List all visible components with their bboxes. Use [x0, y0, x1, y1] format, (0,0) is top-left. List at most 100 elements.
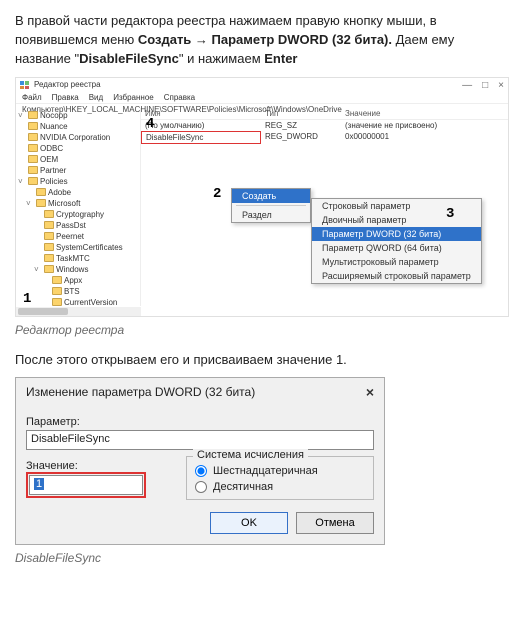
tree-item[interactable]: BTS [18, 286, 140, 297]
tree-item-label: Adobe [48, 187, 71, 198]
menu-item[interactable]: Файл [22, 93, 42, 102]
ok-button[interactable]: OK [210, 512, 288, 534]
grid-head-name[interactable]: Имя [141, 108, 261, 119]
callout-1: 1 [23, 291, 31, 307]
cell-value: (значение не присвоено) [341, 120, 508, 131]
menu-separator [236, 205, 306, 206]
tree-item-label: OEM [40, 154, 58, 165]
menu-item[interactable]: Правка [52, 93, 79, 102]
grid-head-value[interactable]: Значение [341, 108, 508, 119]
value-label: Значение: [26, 460, 176, 472]
tree-item-label: NVIDIA Corporation [40, 132, 110, 143]
tree-expand-icon[interactable]: ˅ [18, 110, 26, 121]
folder-icon [28, 111, 38, 119]
value-input-value: 1 [34, 478, 44, 490]
cancel-button[interactable]: Отмена [296, 512, 374, 534]
radix-group: Система исчисления Шестнадцатеричная Дес… [186, 456, 374, 500]
folder-icon [28, 166, 38, 174]
tree-item-label: PassDst [56, 220, 86, 231]
registry-tree[interactable]: ˅NоcоррNuanceNVIDIA CorporationODBCOEMPa… [16, 108, 141, 306]
horizontal-scrollbar[interactable] [16, 307, 141, 316]
submenu-item-dword32[interactable]: Параметр DWORD (32 бита) [312, 227, 481, 241]
value-input[interactable]: 1 [29, 475, 143, 495]
dialog-close-icon[interactable]: × [366, 384, 374, 400]
tree-expand-icon[interactable]: ˅ [18, 176, 26, 187]
menu-item[interactable]: Справка [164, 93, 195, 102]
tree-item[interactable]: PassDst [18, 220, 140, 231]
grid-head-type[interactable]: Тип [261, 108, 341, 119]
grid-row[interactable]: (По умолчанию) REG_SZ (значение не присв… [141, 120, 508, 131]
folder-icon [28, 144, 38, 152]
window-close-icon[interactable]: × [498, 80, 504, 91]
p1-text-b: Создать → Параметр DWORD (32 бита). [138, 32, 392, 47]
tree-item-label: BTS [64, 286, 80, 297]
radix-dec-option[interactable]: Десятичная [195, 481, 365, 493]
tree-item[interactable]: Peernet [18, 231, 140, 242]
tree-item[interactable]: Partner [18, 165, 140, 176]
tree-item[interactable]: Adobe [18, 187, 140, 198]
folder-icon [52, 298, 62, 306]
submenu-item[interactable]: Параметр QWORD (64 бита) [312, 241, 481, 255]
window-minimize-icon[interactable]: — [462, 80, 472, 91]
grid-row-highlighted[interactable]: DisableFileSync REG_DWORD 0x00000001 [141, 131, 508, 144]
context-menu-item[interactable]: Раздел [232, 208, 310, 222]
window-title-text: Редактор реестра [34, 80, 101, 89]
tree-item[interactable]: Appx [18, 275, 140, 286]
instruction-paragraph-1: В правой части редактора реестра нажимае… [15, 12, 510, 69]
tree-item[interactable]: CurrentVersion [18, 297, 140, 306]
tree-item-label: ODBC [40, 143, 63, 154]
context-menu[interactable]: Создать Раздел [231, 188, 311, 223]
folder-icon [52, 287, 62, 295]
radix-dec-label: Десятичная [213, 481, 273, 493]
tree-item[interactable]: ˅Microsoft [18, 198, 140, 209]
tree-item[interactable]: NVIDIA Corporation [18, 132, 140, 143]
tree-item[interactable]: SystemCertificates [18, 242, 140, 253]
submenu-item[interactable]: Расширяемый строковый параметр [312, 269, 481, 283]
folder-icon [44, 221, 54, 229]
tree-item-label: Appx [64, 275, 82, 286]
dialog-titlebar: Изменение параметра DWORD (32 бита) × [16, 378, 384, 406]
callout-4: 4 [146, 116, 154, 132]
tree-item[interactable]: ˅Nоcорр [18, 110, 140, 121]
tree-item[interactable]: ˅Policies [18, 176, 140, 187]
window-maximize-icon[interactable]: □ [482, 80, 488, 91]
folder-icon [44, 243, 54, 251]
radix-hex-option[interactable]: Шестнадцатеричная [195, 465, 365, 477]
tree-item[interactable]: ODBC [18, 143, 140, 154]
folder-icon [28, 177, 38, 185]
menu-item[interactable]: Избранное [113, 93, 154, 102]
tree-expand-icon[interactable]: ˅ [26, 198, 34, 209]
menubar[interactable]: Файл Правка Вид Избранное Справка [16, 92, 508, 104]
tree-item-label: Cryptography [56, 209, 104, 220]
context-submenu[interactable]: Строковый параметр Двоичный параметр Пар… [311, 198, 482, 284]
tree-item-label: Partner [40, 165, 66, 176]
param-input[interactable]: DisableFileSync [26, 430, 374, 450]
cell-value: 0x00000001 [341, 131, 508, 144]
tree-item[interactable]: ˅ Windows [18, 264, 140, 275]
registry-editor-screenshot: — □ × Редактор реестра Файл Правка Вид И… [15, 77, 509, 317]
tree-item-label: Nuance [40, 121, 68, 132]
tree-expand-icon[interactable]: ˅ [34, 264, 42, 275]
figure2-caption: DisableFileSync [15, 551, 510, 565]
submenu-item[interactable]: Двоичный параметр [312, 213, 481, 227]
tree-item[interactable]: OEM [18, 154, 140, 165]
submenu-item[interactable]: Строковый параметр [312, 199, 481, 213]
folder-icon [44, 232, 54, 240]
menu-item[interactable]: Вид [89, 93, 103, 102]
cell-type: REG_SZ [261, 120, 341, 131]
p1-text-e: " и нажимаем [179, 51, 264, 66]
scrollbar-thumb[interactable] [18, 308, 68, 315]
submenu-item[interactable]: Мультистроковый параметр [312, 255, 481, 269]
tree-item[interactable]: Cryptography [18, 209, 140, 220]
tree-item-label: CurrentVersion [64, 297, 117, 306]
tree-item-label: Windows [56, 264, 88, 275]
radix-hex-radio[interactable] [195, 465, 207, 477]
folder-icon [28, 122, 38, 130]
folder-icon [28, 133, 38, 141]
radix-dec-radio[interactable] [195, 481, 207, 493]
param-input-value: DisableFileSync [31, 433, 110, 445]
tree-item[interactable]: TaskMTC [18, 253, 140, 264]
context-menu-create[interactable]: Создать [232, 189, 310, 203]
folder-icon [44, 265, 54, 273]
tree-item[interactable]: Nuance [18, 121, 140, 132]
